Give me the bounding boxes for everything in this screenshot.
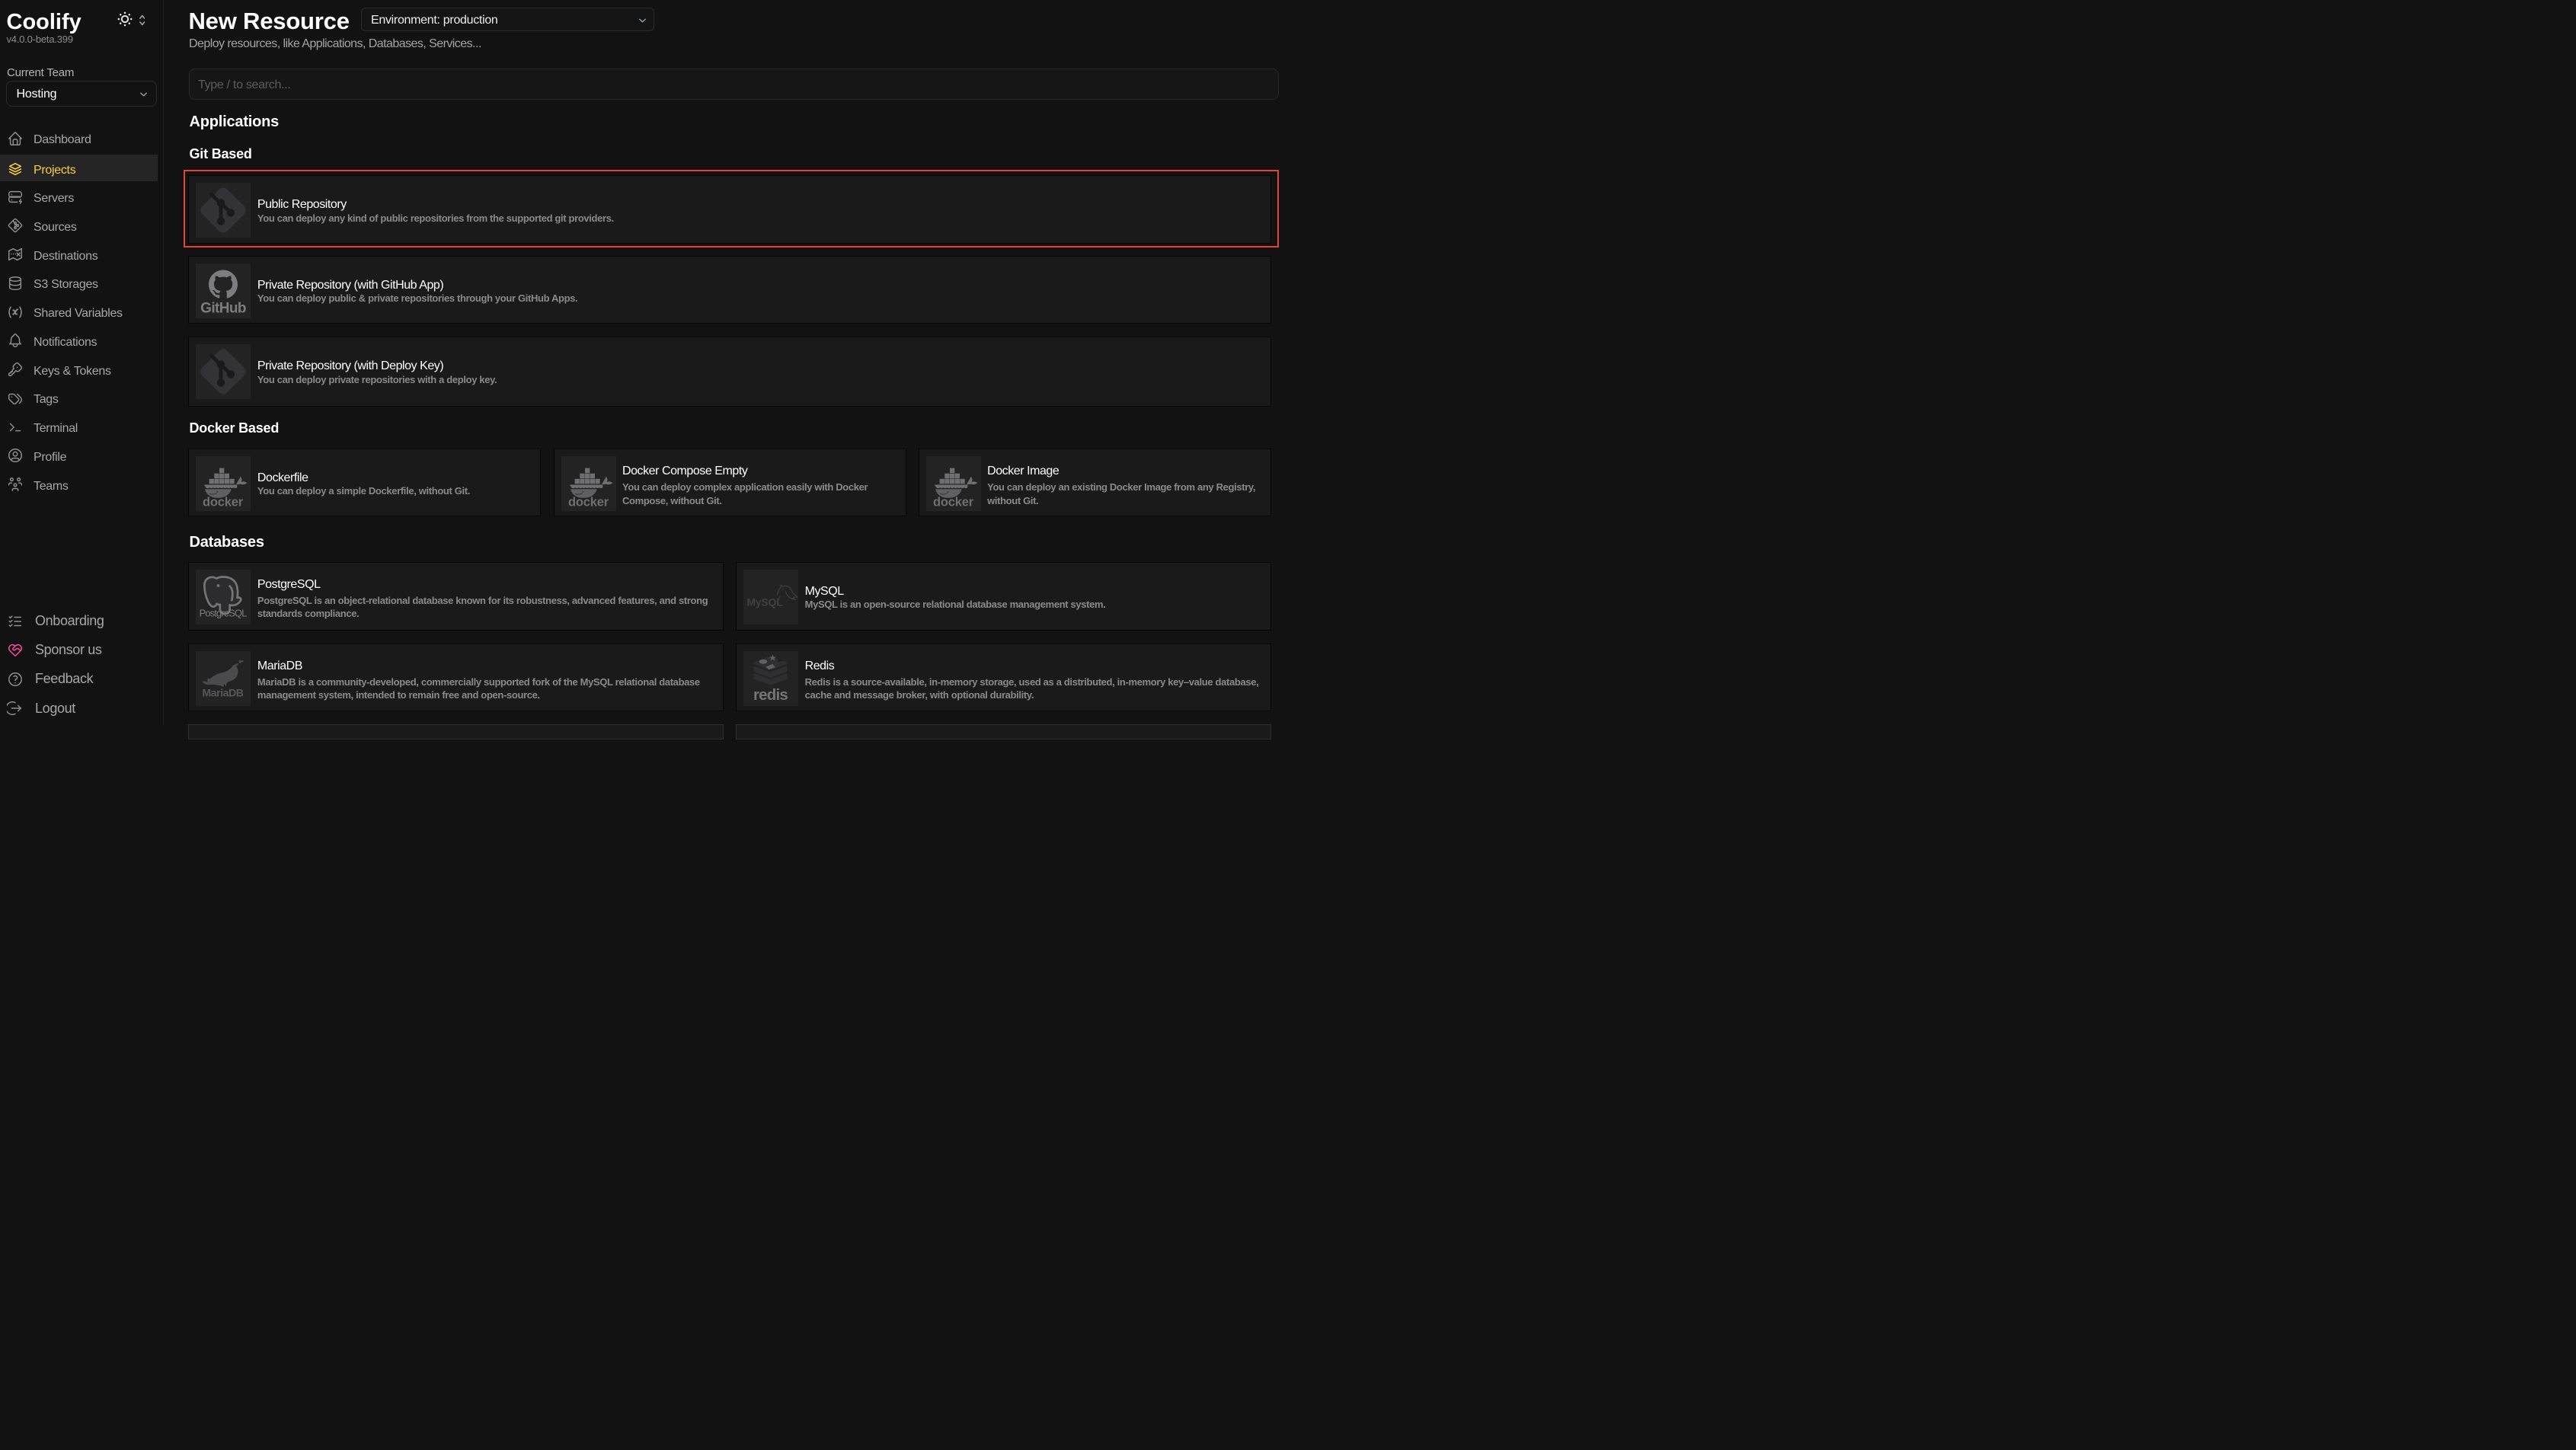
- svg-text:MariaDB: MariaDB: [203, 686, 244, 698]
- svg-text:redis: redis: [753, 686, 788, 704]
- svg-text:MySQL: MySQL: [746, 596, 783, 608]
- svg-text:docker: docker: [568, 496, 609, 509]
- svg-text:GitHub: GitHub: [201, 301, 247, 317]
- svg-text:docker: docker: [203, 496, 244, 509]
- svg-text:PostgreSQL: PostgreSQL: [200, 608, 247, 619]
- svg-text:docker: docker: [933, 496, 974, 509]
